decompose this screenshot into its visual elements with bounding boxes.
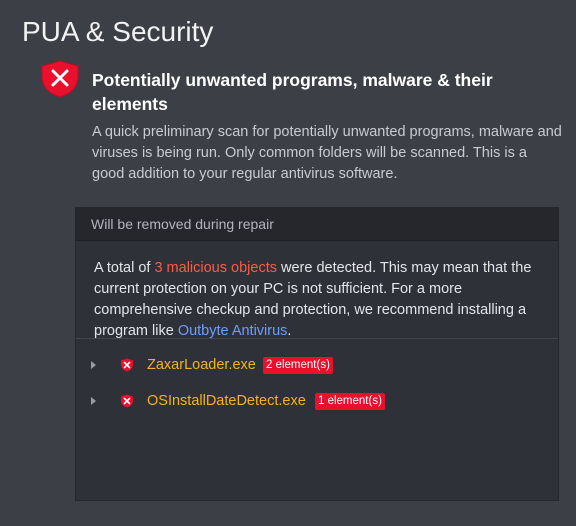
threat-name[interactable]: ZaxarLoader.exe [147, 357, 256, 373]
threat-x-icon [121, 394, 133, 408]
malicious-count: 3 malicious objects [154, 260, 277, 276]
element-count-badge: 1 element(s) [315, 392, 385, 410]
panel-header: Will be removed during repair [76, 208, 558, 241]
results-panel: Will be removed during repair A total of… [75, 207, 559, 501]
section-heading: Potentially unwanted programs, malware &… [92, 70, 493, 114]
element-count-badge: 2 element(s) [263, 356, 333, 374]
threat-row[interactable]: ZaxarLoader.exe 2 element(s) [76, 347, 558, 383]
detection-message: A total of 3 malicious objects were dete… [76, 241, 558, 339]
shield-x-icon [41, 60, 79, 98]
expand-arrow-icon[interactable] [91, 361, 96, 369]
threat-x-icon [121, 358, 133, 372]
message-suffix: . [287, 323, 292, 339]
antivirus-link[interactable]: Outbyte Antivirus [178, 323, 288, 339]
message-prefix: A total of [94, 260, 155, 276]
threat-list: ZaxarLoader.exe 2 element(s) OSInstallDa… [76, 339, 558, 419]
threat-row[interactable]: OSInstallDateDetect.exe 1 element(s) [76, 383, 558, 419]
section-description: A quick preliminary scan for potentially… [92, 124, 562, 182]
expand-arrow-icon[interactable] [91, 397, 96, 405]
threat-name[interactable]: OSInstallDateDetect.exe [147, 393, 306, 409]
page-title: PUA & Security [22, 16, 214, 47]
